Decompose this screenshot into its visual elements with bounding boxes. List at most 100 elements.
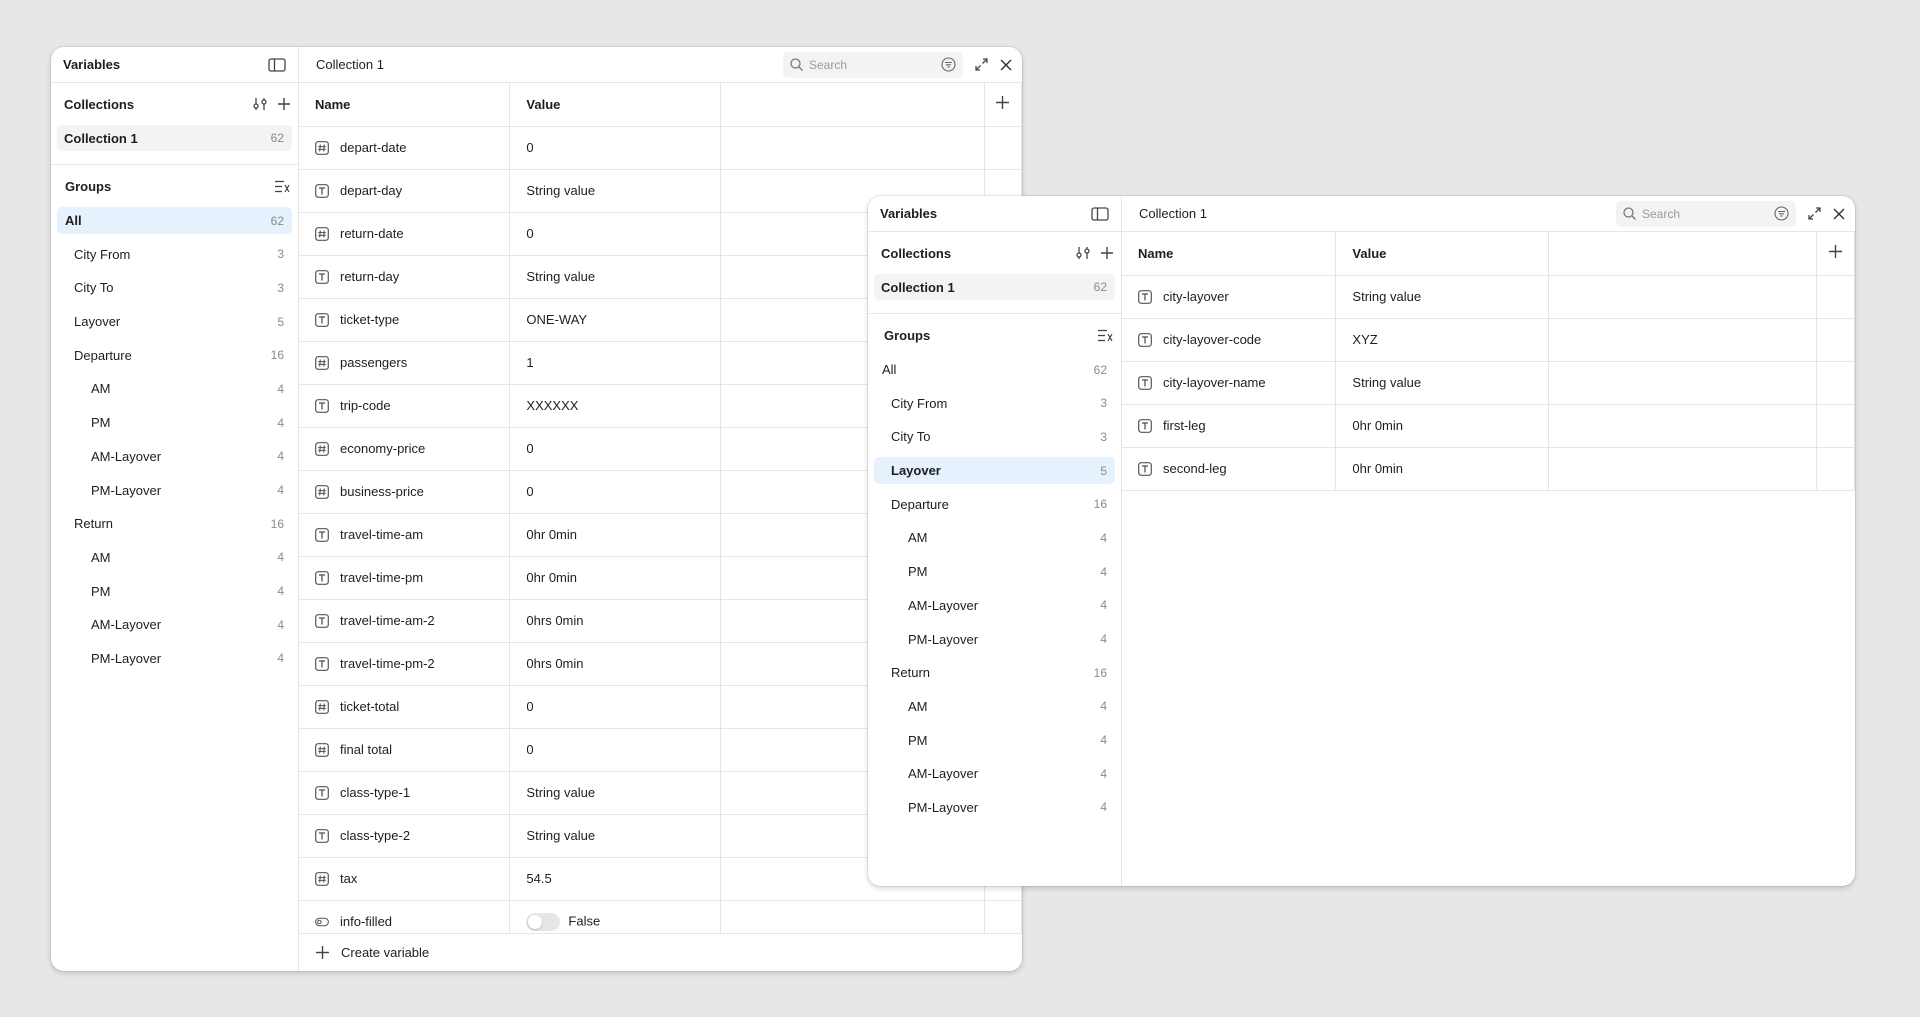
value-cell[interactable]: XYZ: [1335, 318, 1550, 362]
boolean-toggle[interactable]: [526, 912, 561, 931]
name-cell[interactable]: city-layover-code: [1122, 318, 1337, 362]
value-cell[interactable]: 0: [509, 685, 722, 729]
collection-item[interactable]: Collection 1 62: [874, 274, 1115, 300]
group-item[interactable]: All 62: [874, 356, 1115, 383]
value-cell[interactable]: 0: [509, 126, 722, 170]
expand-icon[interactable]: [1808, 207, 1821, 220]
plus-icon[interactable]: [996, 96, 1010, 110]
plus-icon[interactable]: [1828, 245, 1842, 259]
value-cell[interactable]: 0hr 0min: [509, 556, 722, 600]
group-item[interactable]: City To 3: [57, 274, 292, 301]
table-row[interactable]: first-leg 0hr 0min: [1122, 404, 1855, 448]
value-cell[interactable]: 0: [509, 470, 722, 514]
plus-icon[interactable]: [278, 98, 290, 110]
group-item[interactable]: AM-Layover 4: [874, 760, 1115, 787]
group-sort-icon[interactable]: [1098, 329, 1113, 342]
value-cell[interactable]: 0: [509, 212, 722, 256]
name-cell[interactable]: trip-code: [299, 384, 511, 428]
group-item[interactable]: PM-Layover 4: [874, 626, 1115, 653]
value-cell[interactable]: 0: [509, 728, 722, 772]
value-cell[interactable]: String value: [509, 814, 722, 858]
group-item[interactable]: Layover 5: [874, 457, 1115, 485]
search-box[interactable]: [783, 51, 963, 78]
group-item[interactable]: Departure 16: [874, 491, 1115, 518]
name-cell[interactable]: business-price: [299, 470, 511, 514]
value-cell[interactable]: String value: [509, 771, 722, 815]
value-cell[interactable]: String value: [509, 255, 722, 299]
name-cell[interactable]: ticket-total: [299, 685, 511, 729]
group-item[interactable]: AM-Layover 4: [57, 611, 292, 638]
value-cell[interactable]: XXXXXX: [509, 384, 722, 428]
name-cell[interactable]: travel-time-pm: [299, 556, 511, 600]
group-item[interactable]: AM 4: [874, 524, 1115, 551]
value-cell[interactable]: 0hrs 0min: [509, 642, 722, 686]
sidebar-toggle-icon[interactable]: [268, 57, 286, 72]
group-item[interactable]: PM 4: [874, 558, 1115, 585]
expand-icon[interactable]: [975, 58, 988, 71]
group-item[interactable]: AM-Layover 4: [874, 592, 1115, 619]
group-item[interactable]: PM 4: [57, 409, 292, 436]
name-cell[interactable]: travel-time-am: [299, 513, 511, 557]
group-item[interactable]: Return 16: [874, 659, 1115, 686]
group-item[interactable]: PM-Layover 4: [874, 794, 1115, 821]
search-input[interactable]: [809, 57, 935, 72]
value-cell[interactable]: 1: [509, 341, 722, 385]
name-cell[interactable]: tax: [299, 857, 511, 901]
group-item[interactable]: AM 4: [57, 375, 292, 402]
name-cell[interactable]: passengers: [299, 341, 511, 385]
collection-item[interactable]: Collection 1 62: [57, 125, 292, 151]
name-cell[interactable]: travel-time-am-2: [299, 599, 511, 643]
name-cell[interactable]: city-layover-name: [1122, 361, 1337, 405]
group-item[interactable]: City From 3: [874, 390, 1115, 417]
group-item[interactable]: City From 3: [57, 241, 292, 268]
name-cell[interactable]: economy-price: [299, 427, 511, 471]
value-cell[interactable]: 0hrs 0min: [509, 599, 722, 643]
group-item[interactable]: AM 4: [57, 544, 292, 571]
group-item[interactable]: PM 4: [57, 578, 292, 605]
name-cell[interactable]: travel-time-pm-2: [299, 642, 511, 686]
search-box[interactable]: [1616, 200, 1796, 227]
group-item[interactable]: All 62: [57, 207, 292, 234]
add-mode-column[interactable]: [1816, 232, 1855, 276]
group-item[interactable]: Departure 16: [57, 342, 292, 369]
group-item[interactable]: PM-Layover 4: [57, 645, 292, 672]
filter-icon[interactable]: [1774, 206, 1789, 221]
name-cell[interactable]: return-day: [299, 255, 511, 299]
value-cell[interactable]: 0hr 0min: [509, 513, 722, 557]
name-cell[interactable]: depart-day: [299, 169, 511, 213]
name-cell[interactable]: class-type-2: [299, 814, 511, 858]
search-input[interactable]: [1642, 206, 1768, 221]
name-cell[interactable]: first-leg: [1122, 404, 1337, 448]
value-cell[interactable]: 0hr 0min: [1335, 447, 1550, 491]
value-cell[interactable]: ONE-WAY: [509, 298, 722, 342]
name-cell[interactable]: final total: [299, 728, 511, 772]
name-cell[interactable]: city-layover: [1122, 275, 1337, 319]
value-cell[interactable]: 54.5: [509, 857, 722, 901]
add-mode-column[interactable]: [984, 83, 1022, 127]
group-item[interactable]: AM 4: [874, 693, 1115, 720]
name-cell[interactable]: depart-date: [299, 126, 511, 170]
table-row[interactable]: city-layover-name String value: [1122, 361, 1855, 405]
filter-icon[interactable]: [941, 57, 956, 72]
group-item[interactable]: AM-Layover 4: [57, 443, 292, 470]
group-item[interactable]: City To 3: [874, 423, 1115, 450]
name-cell[interactable]: class-type-1: [299, 771, 511, 815]
name-cell[interactable]: return-date: [299, 212, 511, 256]
sidebar-toggle-icon[interactable]: [1091, 206, 1109, 221]
value-cell[interactable]: 0: [509, 427, 722, 471]
plus-icon[interactable]: [1101, 247, 1113, 259]
group-item[interactable]: Return 16: [57, 510, 292, 537]
group-item[interactable]: PM 4: [874, 727, 1115, 754]
table-row[interactable]: depart-date 0: [299, 126, 1022, 170]
table-row[interactable]: second-leg 0hr 0min: [1122, 447, 1855, 491]
group-item[interactable]: Layover 5: [57, 308, 292, 335]
value-cell[interactable]: String value: [1335, 361, 1550, 405]
name-cell[interactable]: ticket-type: [299, 298, 511, 342]
name-cell[interactable]: second-leg: [1122, 447, 1337, 491]
table-row[interactable]: city-layover-code XYZ: [1122, 318, 1855, 362]
adjust-icon[interactable]: [1075, 246, 1091, 260]
value-cell[interactable]: String value: [509, 169, 722, 213]
adjust-icon[interactable]: [252, 97, 268, 111]
value-cell[interactable]: String value: [1335, 275, 1550, 319]
create-variable-button[interactable]: Create variable: [299, 933, 1022, 971]
